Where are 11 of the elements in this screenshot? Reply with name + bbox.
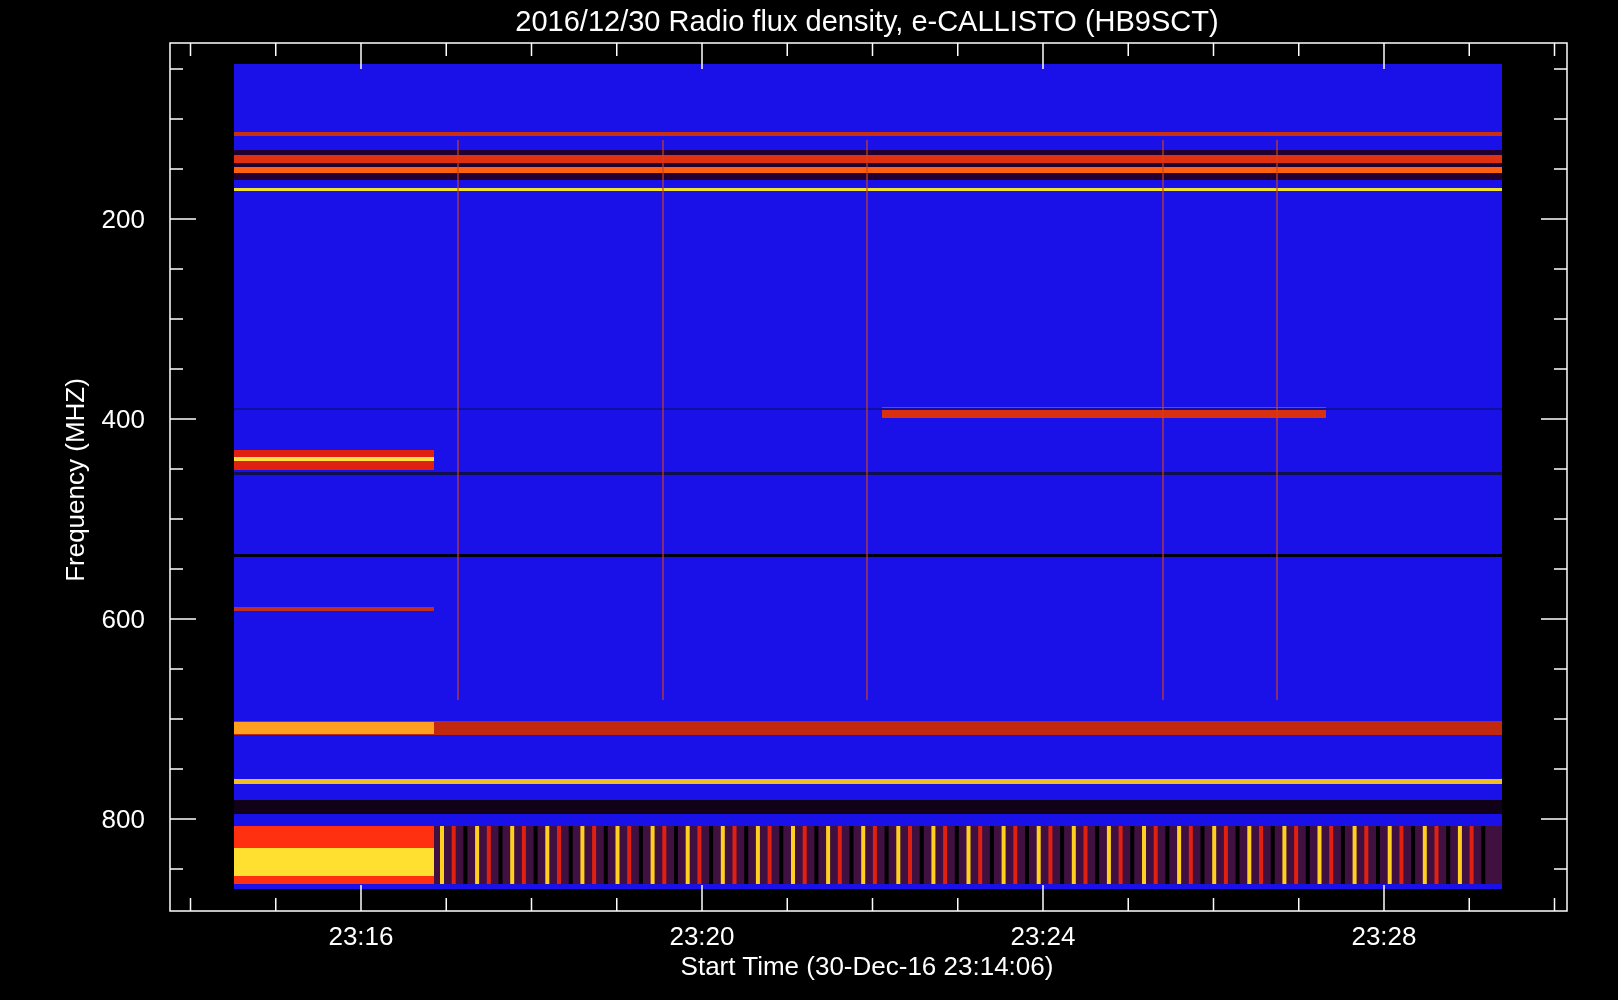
x-tick-label: 23:28	[1351, 921, 1417, 951]
y-axis-label: Frequency (MHZ)	[60, 378, 90, 582]
x-axis-label: Start Time (30-Dec-16 23:14:06)	[680, 951, 1054, 981]
x-tick-label: 23:20	[669, 921, 735, 951]
x-tick-label: 23:16	[328, 921, 394, 951]
y-tick-label: 600	[101, 604, 145, 634]
y-tick-label: 800	[101, 804, 145, 834]
chart-title: 2016/12/30 Radio flux density, e-CALLISTO (HB9SCT)	[515, 5, 1219, 37]
x-tick-label: 23:24	[1010, 921, 1076, 951]
y-tick-label: 200	[101, 204, 145, 234]
y-tick-label: 400	[101, 404, 145, 434]
